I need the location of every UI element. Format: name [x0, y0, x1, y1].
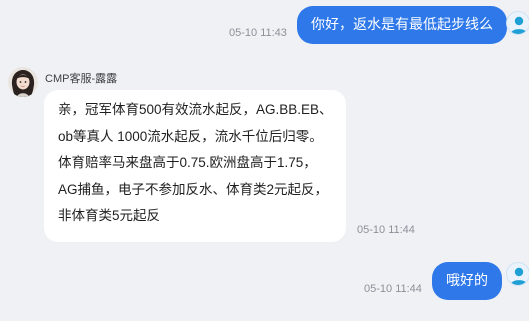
user-message-bubble: 你好，返水是有最低起步线么: [297, 6, 507, 44]
chat-timestamp: 05-10 11:44: [357, 224, 415, 236]
agent-name: CMP客服-露露: [45, 73, 118, 85]
agent-message-bubble: 亲，冠军体育500有效流水起反，AG.BB.EB、 ob等真人 1000流水起反…: [44, 90, 346, 242]
user-avatar-icon: [506, 11, 529, 35]
agent-message-line: 体育赔率马来盘高于0.75.欧洲盘高于1.75，: [58, 155, 317, 170]
user-avatar-icon: [506, 262, 529, 286]
chat-timestamp: 05-10 11:43: [229, 27, 287, 39]
user-message-bubble: 哦好的: [432, 262, 502, 300]
agent-message-line: 亲，冠军体育500有效流水起反，AG.BB.EB、: [58, 102, 333, 117]
agent-avatar: [8, 67, 38, 97]
chat-timestamp: 05-10 11:44: [364, 283, 422, 295]
agent-message-line: ob等真人 1000流水起反，流水千位后归零。: [58, 128, 323, 144]
agent-message-line: AG捕鱼，电子不参加反水、体育类2元起反，: [58, 181, 329, 197]
agent-message-line: 非体育类5元起反: [58, 208, 161, 223]
